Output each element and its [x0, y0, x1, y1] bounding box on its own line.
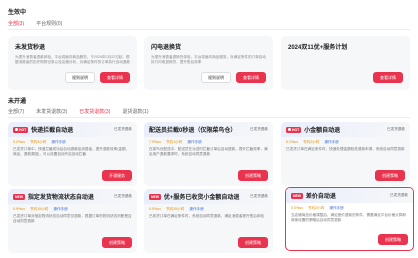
card-desc: 为提升消费者退换货体验，平台将面向商品服务，对满足条件的订单自动执行闪电退换货，…	[151, 55, 266, 64]
create-strategy-button[interactable]: 创建策略	[378, 234, 408, 245]
card-lightning-return-exchange: 闪电退换货 为提升消费者退换货体验，平台将面向商品服务，对满足条件的订单自动执行…	[144, 36, 273, 90]
manual-link[interactable]: 操作手册	[53, 207, 67, 212]
create-strategy-button[interactable]: 创建策略	[375, 170, 405, 181]
rules-button[interactable]: 规则说明	[65, 72, 95, 83]
card-desc: 为提升消费者退款体验，平台将面向商品服务，于2024年2月22日起，根据消费者的…	[15, 55, 130, 64]
time-saved: 节约2小时	[303, 140, 320, 144]
card-title: 快递拦截自动退	[31, 128, 74, 134]
card-title: 小金额自动退	[304, 128, 341, 134]
strategy-card-received-small-amount: NEW 优+服务已收货小金额自动退 已发货退款 0.0%uv 节约20小时 操作…	[144, 189, 273, 253]
new-badge: NEW	[13, 193, 25, 200]
hot-badge: HOT	[13, 126, 29, 133]
section-inactive-title: 未开通	[8, 99, 27, 105]
manual-link[interactable]: 操作手册	[329, 206, 343, 211]
time-saved: 节约1小时	[166, 140, 183, 144]
tabs-divider	[8, 117, 410, 118]
strategy-card-price-difference[interactable]: NEW 差价自动退 已发货退款 0.0%uv 节约2小时 操作手册 当店铺商品价…	[285, 187, 414, 251]
flame-icon	[288, 128, 291, 131]
card-title: 优+服务已收货小金额自动退	[163, 195, 240, 201]
time-saved: 节约3小时	[30, 140, 47, 144]
status-label: 已发货退款	[390, 193, 408, 197]
card-desc: 已发货订单对指定物流状态自动同意仅退款，根据订单的物流状态判断是否自动同意退款	[13, 214, 132, 223]
strategy-card-express-intercept: HOT 快递拦截自动退 已发货退款 0.2%uv 节约3小时 操作手册 已发货订…	[8, 122, 137, 186]
card-title: 配送员拦截0秒退（仅限菜鸟仓）	[149, 128, 237, 134]
uv-metric: 0.0%uv	[291, 206, 303, 210]
status-label: 已发货退款	[250, 194, 268, 198]
manual-link[interactable]: 操作手册	[51, 140, 65, 145]
uv-metric: 0.0%uv	[149, 207, 161, 211]
strategy-card-logistics-status: NEW 指定发货物流状态自动退 已发货退款 0.9%uv 节约10小时 操作手册…	[8, 189, 137, 253]
card-title: 2024双11优+服务计划	[288, 45, 348, 51]
create-strategy-button[interactable]: 创建策略	[238, 237, 268, 248]
uv-metric: 0.9%uv	[13, 207, 25, 211]
rules-button[interactable]: 规则说明	[201, 72, 231, 83]
card-desc: 在菜鸟仓配送中，配送员在派送时拦截订单后自动退款，提升拦截效率，满足用户退款要求…	[149, 147, 268, 156]
status-label: 已发货退款	[114, 127, 132, 131]
flame-icon	[15, 128, 18, 131]
uv-metric: 7.9%uv	[149, 140, 161, 144]
time-saved: 节约2小时	[308, 206, 325, 210]
manual-link[interactable]: 操作手册	[189, 207, 203, 212]
create-strategy-button[interactable]: 创建策略	[102, 237, 132, 248]
manual-link[interactable]: 操作手册	[187, 140, 201, 145]
card-title: 未发货秒退	[15, 45, 46, 51]
card-title: 闪电退换货	[151, 45, 182, 51]
view-details-button[interactable]: 查看详情	[100, 72, 130, 83]
tabs-divider	[8, 29, 410, 30]
status-label: 已发货退款	[114, 194, 132, 198]
strategy-card-small-amount: HOT 小金额自动退 已发货退款 0.1%uv 节约2小时 操作手册 已发货订单…	[281, 122, 410, 186]
card-desc: 已收货订单在满足条件时，系统自动同意退款，满足消费者提升售后体验	[149, 214, 264, 218]
new-badge: NEW	[291, 192, 303, 199]
create-strategy-button[interactable]: 创建策略	[238, 170, 268, 181]
card-title: 指定发货物流状态自动退	[27, 195, 94, 201]
view-details-button[interactable]: 查看详情	[373, 72, 403, 83]
strategy-card-courier-intercept: 配送员拦截0秒退（仅限菜鸟仓） 已发货退款 7.9%uv 节约1小时 操作手册 …	[144, 122, 273, 186]
time-saved: 节约10小时	[30, 207, 49, 211]
status-label: 已发货退款	[387, 127, 405, 131]
uv-metric: 0.1%uv	[286, 140, 298, 144]
view-details-button[interactable]: 查看详情	[236, 72, 266, 83]
card-desc: 当店铺商品价格调整后，满足差价退款的条件，需要满足平台价格计算和商家设置的策略后…	[291, 213, 406, 222]
time-saved: 节约20小时	[166, 207, 185, 211]
card-desc: 已发货订单在满足条件时，快速处理金额较低退款申请，系统自动同意退款	[286, 147, 405, 151]
card-title: 差价自动退	[305, 194, 336, 200]
hot-badge: HOT	[286, 126, 302, 133]
status-label: 已发货退款	[250, 127, 268, 131]
card-desc: 已发货订单中，快递拦截成功后自动退款给消费者，提升退款效率(金额、商品、退款原因…	[13, 147, 130, 156]
section-active-title: 生效中	[8, 10, 27, 16]
card-double11-plan: 2024双11优+服务计划 查看详情	[281, 36, 410, 90]
manual-link[interactable]: 操作手册	[324, 140, 338, 145]
new-badge: NEW	[149, 193, 161, 200]
enable-service-button[interactable]: 开通服务	[102, 170, 132, 181]
card-unshipped-instant-refund: 未发货秒退 为提升消费者退款体验，平台将面向商品服务，于2024年2月22日起，…	[8, 36, 137, 90]
uv-metric: 0.2%uv	[13, 140, 25, 144]
